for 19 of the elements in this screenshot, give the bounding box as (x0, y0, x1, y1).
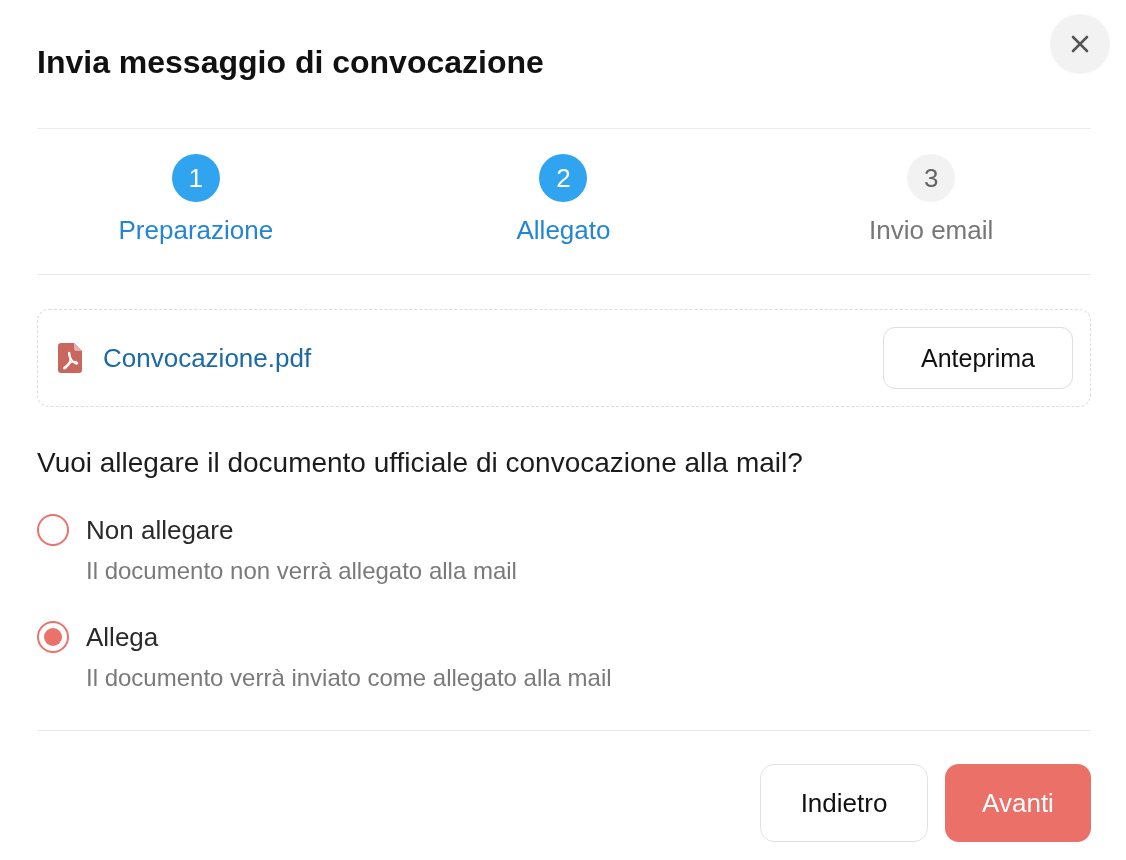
option-description: Il documento verrà inviato come allegato alla mail (86, 663, 613, 693)
preview-button[interactable]: Anteprima (883, 327, 1073, 389)
step-label: Preparazione (118, 214, 274, 246)
step-label: Invio email (869, 214, 994, 246)
back-button[interactable]: Indietro (760, 764, 928, 842)
pdf-file-icon (58, 343, 82, 373)
file-name-link[interactable]: Convocazione.pdf (103, 342, 312, 374)
step-label: Allegato (516, 214, 611, 246)
step-number: 1 (171, 154, 220, 202)
radio-button[interactable] (37, 621, 69, 653)
close-icon (1071, 35, 1089, 53)
option-label: Allega (86, 621, 160, 654)
step-number: 2 (539, 154, 588, 202)
option-description: Il documento non verrà allegato alla mail (86, 556, 518, 586)
question-text: Vuoi allegare il documento ufficiale di convocazione alla mail? (37, 446, 804, 480)
step-number: 3 (907, 154, 956, 202)
option-label: Non allegare (86, 514, 235, 547)
dialog-title: Invia messaggio di convocazione (37, 43, 544, 82)
radio-button[interactable] (37, 514, 69, 546)
